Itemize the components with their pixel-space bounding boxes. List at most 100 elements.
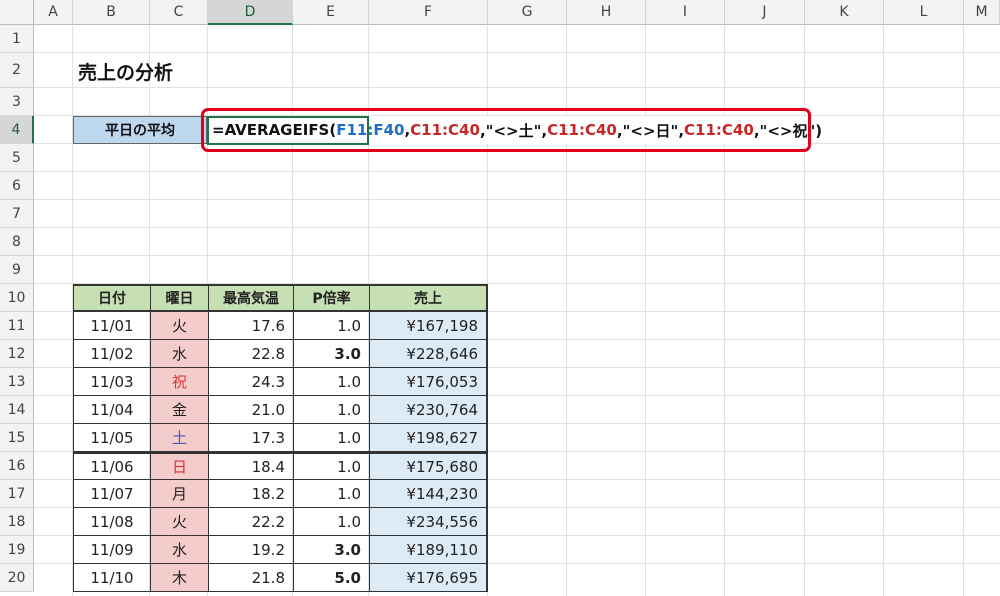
sales-cell[interactable]: ¥176,695 (369, 564, 488, 592)
column-header-I[interactable]: I (646, 0, 725, 25)
row-header-9[interactable]: 9 (0, 256, 34, 284)
temperature-cell[interactable]: 21.8 (208, 564, 293, 592)
weekday-average-label[interactable]: 平日の平均 (73, 116, 207, 144)
temperature-cell[interactable]: 22.2 (208, 508, 293, 536)
weekday-cell[interactable]: 祝 (150, 368, 208, 396)
spreadsheet-grid[interactable]: ABCDEFGHIJKLM 1 2 3 4 5 6 7 8 9 10 11 12 13 14 15 16 17 1… (0, 0, 1000, 596)
row-header-8[interactable]: 8 (0, 228, 34, 256)
column-header-B[interactable]: B (73, 0, 150, 25)
row-header-10[interactable]: 10 (0, 284, 34, 312)
temperature-cell[interactable]: 22.8 (208, 340, 293, 368)
date-cell[interactable]: 11/04 (73, 396, 150, 424)
column-header-F[interactable]: F (369, 0, 488, 25)
p-rate-cell[interactable]: 1.0 (293, 480, 369, 508)
row-header-4[interactable]: 4 (0, 116, 34, 144)
temperature-cell[interactable]: 17.3 (208, 424, 293, 452)
gridline-horizontal (34, 199, 1000, 200)
sales-cell[interactable]: ¥189,110 (369, 536, 488, 564)
row-header-12[interactable]: 12 (0, 340, 34, 368)
column-header-M[interactable]: M (964, 0, 1000, 25)
row-header-5[interactable]: 5 (0, 144, 34, 172)
date-cell[interactable]: 11/02 (73, 340, 150, 368)
sales-cell[interactable]: ¥175,680 (369, 452, 488, 480)
row-header-20[interactable]: 20 (0, 564, 34, 592)
temperature-cell[interactable]: 18.4 (208, 452, 293, 480)
p-rate-cell[interactable]: 1.0 (293, 508, 369, 536)
weekday-cell[interactable]: 火 (150, 508, 208, 536)
temperature-cell[interactable]: 21.0 (208, 396, 293, 424)
row-header-1[interactable]: 1 (0, 25, 34, 53)
temperature-cell[interactable]: 17.6 (208, 312, 293, 340)
select-all-corner[interactable] (0, 0, 34, 25)
row-header-19[interactable]: 19 (0, 536, 34, 564)
sales-cell[interactable]: ¥234,556 (369, 508, 488, 536)
p-rate-cell[interactable]: 5.0 (293, 564, 369, 592)
row-header-17[interactable]: 17 (0, 480, 34, 508)
column-header-L[interactable]: L (884, 0, 964, 25)
gridline-horizontal (34, 255, 1000, 256)
weekday-cell[interactable]: 水 (150, 340, 208, 368)
row-header-6[interactable]: 6 (0, 172, 34, 200)
row-header-14[interactable]: 14 (0, 396, 34, 424)
row-header-7[interactable]: 7 (0, 200, 34, 228)
date-cell[interactable]: 11/06 (73, 452, 150, 480)
weekday-cell[interactable]: 木 (150, 564, 208, 592)
header-p-rate[interactable]: P倍率 (293, 284, 369, 312)
row-header-18[interactable]: 18 (0, 508, 34, 536)
row-header-16[interactable]: 16 (0, 452, 34, 480)
date-cell[interactable]: 11/01 (73, 312, 150, 340)
column-header-J[interactable]: J (725, 0, 805, 25)
p-rate-cell[interactable]: 3.0 (293, 536, 369, 564)
column-header-A[interactable]: A (34, 0, 73, 25)
row-header-15[interactable]: 15 (0, 424, 34, 452)
date-cell[interactable]: 11/05 (73, 424, 150, 452)
weekday-cell[interactable]: 火 (150, 312, 208, 340)
weekday-cell[interactable]: 金 (150, 396, 208, 424)
weekday-cell[interactable]: 土 (150, 424, 208, 452)
formula-range-sales: F11:F40 (336, 121, 405, 139)
sales-cell[interactable]: ¥230,764 (369, 396, 488, 424)
row-header-3[interactable]: 3 (0, 88, 34, 116)
date-cell[interactable]: 11/07 (73, 480, 150, 508)
row-header-13[interactable]: 13 (0, 368, 34, 396)
sales-cell[interactable]: ¥167,198 (369, 312, 488, 340)
column-header-H[interactable]: H (567, 0, 646, 25)
column-header-C[interactable]: C (150, 0, 208, 25)
row-header-11[interactable]: 11 (0, 312, 34, 340)
p-rate-cell[interactable]: 1.0 (293, 452, 369, 480)
p-rate-cell[interactable]: 1.0 (293, 396, 369, 424)
gridline-horizontal (34, 171, 1000, 172)
date-cell[interactable]: 11/03 (73, 368, 150, 396)
sales-cell[interactable]: ¥198,627 (369, 424, 488, 452)
sales-cell[interactable]: ¥228,646 (369, 340, 488, 368)
date-cell[interactable]: 11/08 (73, 508, 150, 536)
header-sales[interactable]: 売上 (369, 284, 488, 312)
column-header-D[interactable]: D (208, 0, 293, 25)
weekday-cell[interactable]: 日 (150, 452, 208, 480)
temperature-cell[interactable]: 19.2 (208, 536, 293, 564)
sales-cell[interactable]: ¥176,053 (369, 368, 488, 396)
p-rate-cell[interactable]: 1.0 (293, 368, 369, 396)
formula-criteria-sat: ,"<>土", (479, 121, 548, 140)
header-weekday[interactable]: 曜日 (150, 284, 208, 312)
weekday-cell[interactable]: 月 (150, 480, 208, 508)
gridline-horizontal (34, 227, 1000, 228)
p-rate-cell[interactable]: 3.0 (293, 340, 369, 368)
header-date[interactable]: 日付 (73, 284, 150, 312)
p-rate-cell[interactable]: 1.0 (293, 312, 369, 340)
row-header-2[interactable]: 2 (0, 53, 34, 88)
sales-cell[interactable]: ¥144,230 (369, 480, 488, 508)
header-max-temp[interactable]: 最高気温 (208, 284, 293, 312)
date-cell[interactable]: 11/09 (73, 536, 150, 564)
weekday-cell[interactable]: 水 (150, 536, 208, 564)
column-header-K[interactable]: K (805, 0, 884, 25)
gridline-horizontal (34, 52, 1000, 53)
column-header-E[interactable]: E (293, 0, 369, 25)
temperature-cell[interactable]: 18.2 (208, 480, 293, 508)
p-rate-cell[interactable]: 1.0 (293, 424, 369, 452)
formula-range-day-1: C11:C40 (410, 121, 480, 139)
formula-cell[interactable]: =AVERAGEIFS(F11:F40, C11:C40 ,"<>土", C11:C4… (208, 116, 822, 144)
column-header-G[interactable]: G (488, 0, 567, 25)
date-cell[interactable]: 11/10 (73, 564, 150, 592)
temperature-cell[interactable]: 24.3 (208, 368, 293, 396)
